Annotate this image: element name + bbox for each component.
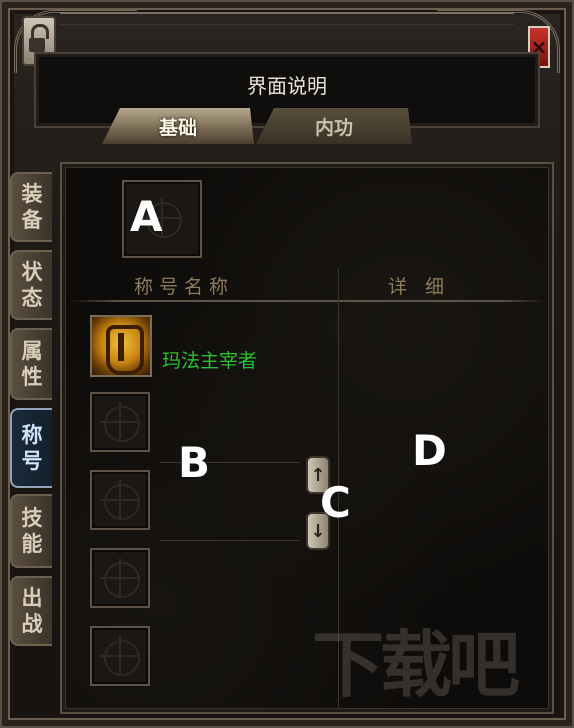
side-tab-char: 状 — [21, 260, 43, 284]
tab-basic[interactable]: 基础 — [102, 108, 254, 144]
side-tab-char: 性 — [21, 365, 43, 389]
side-tab-battle[interactable]: 出战 — [10, 576, 52, 646]
side-tab-label: 装备 — [22, 181, 43, 233]
slot-ornament-icon — [100, 480, 140, 520]
side-tab-char: 备 — [21, 208, 43, 232]
side-tab-char: 属 — [21, 339, 43, 363]
annotation-d: D — [412, 426, 447, 475]
side-tab-attributes[interactable]: 属性 — [10, 328, 52, 400]
column-header-name: 称号名称 — [134, 276, 235, 298]
annotation-c: C — [320, 478, 351, 527]
row-divider — [160, 540, 300, 541]
golden-mask-icon[interactable] — [90, 315, 152, 377]
side-tab-char: 装 — [21, 182, 43, 206]
side-tab-label: 状态 — [22, 259, 43, 311]
side-tab-label: 技能 — [22, 505, 43, 557]
header-divider — [70, 300, 546, 302]
column-header-detail: 详 细 — [388, 276, 451, 298]
side-tab-label: 出战 — [22, 585, 43, 637]
side-tab-label: 属性 — [22, 338, 43, 390]
side-tab-char: 号 — [21, 449, 43, 473]
slot-ornament-icon — [100, 636, 140, 676]
slot-ornament-icon — [100, 402, 140, 442]
empty-title-slot[interactable] — [90, 392, 150, 452]
slot-ornament-icon — [100, 558, 140, 598]
empty-title-slot[interactable] — [90, 470, 150, 530]
side-tab-char: 出 — [21, 586, 43, 610]
window-title: 界面说明 — [247, 74, 327, 98]
side-tab-char: 称 — [21, 423, 43, 447]
side-tab-skills[interactable]: 技能 — [10, 494, 52, 568]
side-tab-char: 态 — [21, 286, 43, 310]
title-name[interactable]: 玛法主宰者 — [162, 346, 257, 373]
annotation-a: A — [130, 192, 163, 241]
tab-internal[interactable]: 内功 — [256, 108, 412, 144]
side-tab-titles[interactable]: 称号 — [10, 408, 52, 488]
empty-title-slot[interactable] — [90, 626, 150, 686]
annotation-b: B — [178, 438, 211, 487]
side-tab-char: 能 — [21, 532, 43, 556]
side-tab-equipment[interactable]: 装备 — [10, 172, 52, 242]
empty-title-slot[interactable] — [90, 548, 150, 608]
watermark: 下载吧 — [312, 623, 520, 707]
side-tab-status[interactable]: 状态 — [10, 250, 52, 320]
side-tab-label: 称号 — [22, 422, 43, 474]
side-tab-char: 技 — [21, 506, 43, 530]
side-tab-char: 战 — [21, 612, 43, 636]
